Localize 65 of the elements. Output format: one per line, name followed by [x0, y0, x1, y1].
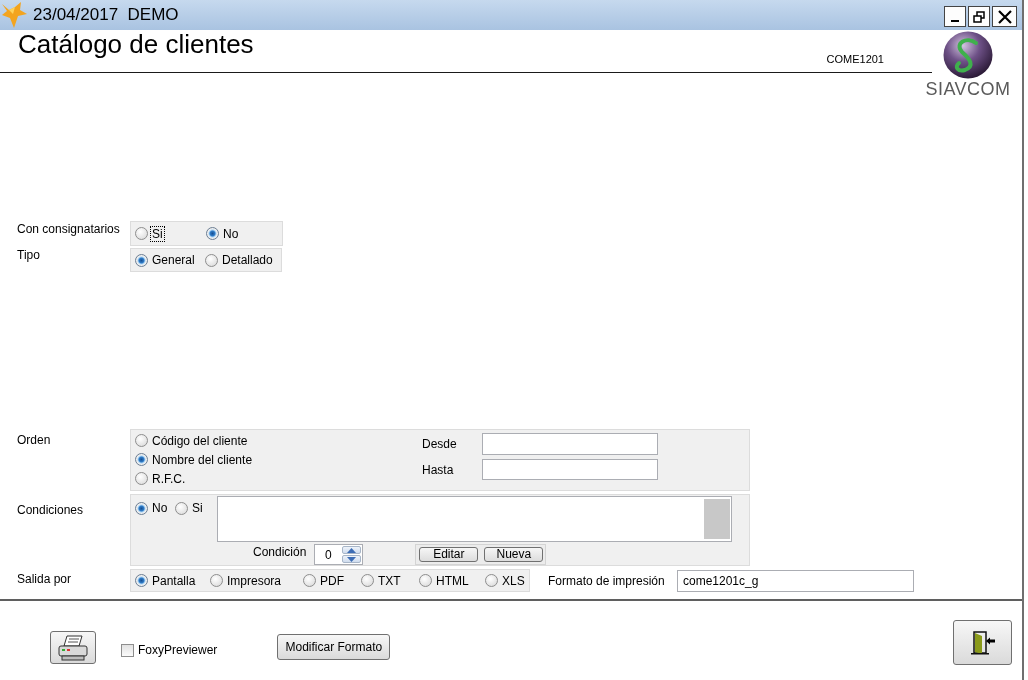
- radio-label[interactable]: Impresora: [226, 573, 283, 588]
- field-label: Salida por: [16, 571, 73, 586]
- field-label: Condiciones: [16, 502, 85, 517]
- restore-button[interactable]: [968, 6, 990, 27]
- radio-label[interactable]: Si: [151, 226, 164, 241]
- star-icon: [1, 2, 27, 28]
- modify-format-button[interactable]: Modificar Formato: [277, 634, 391, 660]
- radio-button[interactable]: [135, 453, 148, 466]
- radio-label[interactable]: HTML: [435, 573, 470, 588]
- action-button[interactable]: Nueva: [484, 547, 544, 562]
- printer-icon: [57, 634, 89, 661]
- restore-icon: [973, 10, 985, 23]
- logo-icon: [943, 31, 993, 79]
- radio-button[interactable]: [361, 574, 374, 587]
- radio-button[interactable]: [419, 574, 432, 587]
- checkbox[interactable]: [121, 643, 134, 657]
- field-label: Hasta: [422, 462, 455, 477]
- field-label: Orden: [16, 432, 52, 447]
- radio-button[interactable]: [210, 574, 223, 587]
- radio-label[interactable]: Nombre del cliente: [151, 452, 254, 467]
- field-label: Desde: [422, 437, 458, 451]
- exit-button[interactable]: [953, 620, 1012, 665]
- radio-label[interactable]: Detallado: [221, 253, 274, 267]
- checkbox-label[interactable]: FoxyPreviewer: [138, 643, 218, 657]
- page-title: Catálogo de clientes: [17, 29, 254, 59]
- radio-label[interactable]: General: [151, 253, 196, 267]
- radio-label[interactable]: No: [222, 226, 240, 241]
- radio-label[interactable]: XLS: [501, 573, 526, 588]
- logo-text: SIAVCOM: [925, 80, 1011, 98]
- minimize-button[interactable]: [944, 6, 966, 27]
- radio-label[interactable]: PDF: [319, 573, 345, 588]
- window-title: 23/04/2017 DEMO: [33, 5, 179, 25]
- radio-button[interactable]: [135, 227, 148, 240]
- input-field[interactable]: come1201c_g: [677, 570, 914, 592]
- input-field[interactable]: [482, 459, 658, 480]
- form-code: COME1201: [826, 53, 884, 66]
- input-field[interactable]: [482, 433, 658, 455]
- radio-label[interactable]: R.F.C.: [151, 471, 187, 486]
- radio-button[interactable]: [303, 574, 316, 587]
- radio-button[interactable]: [205, 253, 218, 267]
- radio-label[interactable]: TXT: [377, 573, 402, 588]
- radio-label[interactable]: Pantalla: [151, 573, 197, 588]
- close-button[interactable]: [992, 6, 1017, 27]
- radio-button[interactable]: [135, 501, 148, 515]
- action-button[interactable]: Editar: [419, 547, 479, 562]
- scrollbar-track[interactable]: [704, 499, 730, 539]
- minimize-icon: [951, 20, 959, 22]
- radio-label[interactable]: No: [151, 501, 169, 515]
- radio-label[interactable]: Código del cliente: [151, 433, 249, 448]
- field-label: Condición: [253, 544, 307, 559]
- radio-button[interactable]: [175, 501, 188, 515]
- field-label: Con consignatarios: [16, 221, 121, 236]
- radio-button[interactable]: [135, 472, 148, 485]
- close-icon: [997, 9, 1012, 24]
- radio-button[interactable]: [206, 227, 219, 240]
- radio-button[interactable]: [135, 574, 148, 587]
- radio-button[interactable]: [485, 574, 498, 587]
- field-label: Formato de impresión: [548, 573, 666, 588]
- door-arrow-icon: [969, 630, 996, 655]
- radio-button[interactable]: [135, 253, 148, 267]
- field-label: Tipo: [16, 248, 41, 262]
- conditions-field[interactable]: [217, 496, 732, 542]
- print-button[interactable]: [50, 631, 96, 664]
- radio-button[interactable]: [135, 434, 148, 447]
- radio-label[interactable]: Si: [191, 501, 204, 515]
